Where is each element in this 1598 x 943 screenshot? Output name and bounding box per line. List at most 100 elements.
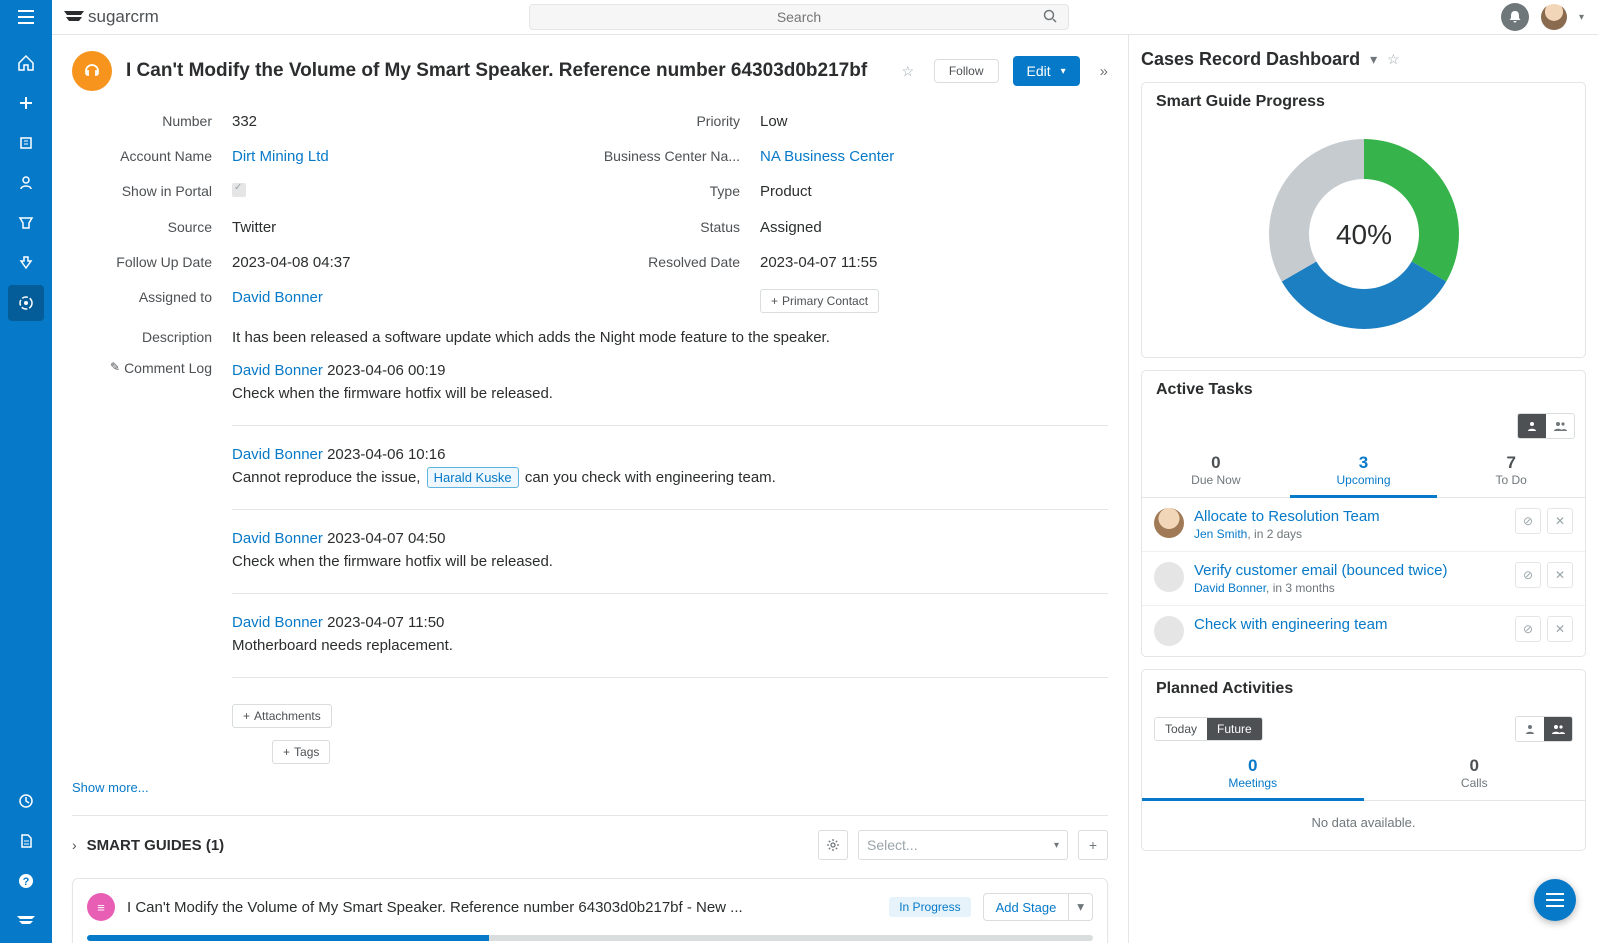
task-unlink-icon[interactable]: ✕ [1547, 508, 1573, 534]
value-description: It has been released a software update w… [232, 329, 1108, 346]
sidebar-opportunities[interactable] [8, 205, 44, 241]
task-assignee-link[interactable]: Jen Smith [1194, 527, 1247, 541]
tab-meetings[interactable]: 0Meetings [1142, 750, 1364, 801]
smart-guides-settings-button[interactable] [818, 830, 848, 860]
sidebar-home[interactable] [8, 45, 44, 81]
task-tabs: 0Due Now 3Upcoming 7To Do [1142, 447, 1585, 498]
user-avatar[interactable] [1541, 4, 1567, 30]
toggle-future[interactable]: Future [1207, 718, 1262, 740]
sidebar-help[interactable]: ? [8, 863, 44, 899]
toggle-today[interactable]: Today [1155, 718, 1207, 740]
tab-calls[interactable]: 0Calls [1364, 750, 1586, 800]
sidebar-docs[interactable] [8, 823, 44, 859]
value-type: Product [760, 183, 1108, 200]
task-row: Verify customer email (bounced twice) Da… [1142, 552, 1585, 606]
edit-button[interactable]: Edit▾ [1013, 56, 1080, 86]
progress-segment [87, 935, 489, 941]
smart-guides-add-button[interactable]: + [1078, 830, 1108, 860]
label-resolved: Resolved Date [600, 254, 740, 270]
global-search-wrap [529, 4, 1069, 30]
value-status: Assigned [760, 219, 1108, 236]
tab-due-now[interactable]: 0Due Now [1142, 447, 1290, 497]
favorite-star-icon[interactable]: ☆ [1387, 51, 1400, 68]
planned-time-toggle: Today Future [1154, 717, 1263, 741]
search-icon[interactable] [1043, 9, 1057, 23]
tab-todo[interactable]: 7To Do [1437, 447, 1585, 497]
comment-entry: David Bonner 2023-04-07 04:50 Check when… [232, 528, 1108, 594]
add-attachments-button[interactable]: +Attachments [232, 704, 332, 728]
comment-timestamp: 2023-04-07 04:50 [327, 530, 445, 547]
comment-timestamp: 2023-04-06 10:16 [327, 446, 445, 463]
task-filter-toggle [1517, 413, 1575, 439]
favorite-star-icon[interactable]: ☆ [896, 59, 920, 83]
collapse-panel-icon[interactable]: » [1100, 63, 1108, 80]
comment-author[interactable]: David Bonner [232, 530, 323, 547]
chevron-down-icon[interactable]: ▾ [1370, 51, 1377, 68]
label-source: Source [72, 219, 212, 235]
primary-contact-label: Primary Contact [782, 294, 868, 308]
notifications-button[interactable] [1501, 3, 1529, 31]
dashlet-active-tasks: Active Tasks 0Due Now 3Upcoming 7To Do A… [1141, 370, 1586, 657]
filter-mine-button[interactable] [1516, 717, 1544, 741]
comment-author[interactable]: David Bonner [232, 446, 323, 463]
global-search-input[interactable] [529, 4, 1069, 30]
tab-upcoming[interactable]: 3Upcoming [1290, 447, 1438, 498]
label-description: Description [72, 329, 212, 346]
task-title-link[interactable]: Verify customer email (bounced twice) [1194, 562, 1505, 579]
status-badge: In Progress [889, 897, 970, 917]
smart-guide-card-title[interactable]: I Can't Modify the Volume of My Smart Sp… [127, 899, 877, 916]
add-primary-contact-button[interactable]: +Primary Contact [760, 289, 879, 313]
follow-button[interactable]: Follow [934, 59, 999, 83]
checkbox-show-in-portal[interactable] [232, 183, 246, 197]
label-type: Type [600, 183, 740, 199]
sidebar-leads[interactable] [8, 245, 44, 281]
sidebar-recent[interactable] [8, 783, 44, 819]
task-title-link[interactable]: Check with engineering team [1194, 616, 1505, 633]
smart-guides-select[interactable]: Select...▾ [858, 830, 1068, 860]
task-title-link[interactable]: Allocate to Resolution Team [1194, 508, 1505, 525]
user-menu-chevron-icon[interactable]: ▾ [1579, 12, 1584, 23]
filter-team-button[interactable] [1544, 717, 1572, 741]
task-cancel-icon[interactable]: ⊘ [1515, 508, 1541, 534]
comment-author[interactable]: David Bonner [232, 362, 323, 379]
task-unlink-icon[interactable]: ✕ [1547, 616, 1573, 642]
pencil-icon[interactable]: ✎ [110, 360, 120, 374]
task-avatar [1154, 616, 1184, 646]
show-more-link[interactable]: Show more... [72, 780, 1108, 795]
add-stage-button[interactable]: Add Stage [983, 893, 1070, 921]
add-tags-button[interactable]: +Tags [272, 740, 330, 764]
fab-menu-button[interactable] [1534, 879, 1576, 921]
link-business-center[interactable]: NA Business Center [760, 148, 894, 165]
filter-team-button[interactable] [1546, 414, 1574, 438]
comment-entry: David Bonner 2023-04-06 00:19 Check when… [232, 360, 1108, 426]
comment-timestamp: 2023-04-07 11:50 [327, 614, 444, 631]
comment-author[interactable]: David Bonner [232, 614, 323, 631]
smart-guides-title: SMART GUIDES (1) [87, 837, 808, 854]
filter-mine-button[interactable] [1518, 414, 1546, 438]
brand-logo[interactable]: sugarcrm [64, 7, 159, 27]
sidebar-cases[interactable] [8, 285, 44, 321]
task-unlink-icon[interactable]: ✕ [1547, 562, 1573, 588]
dashboard-header: Cases Record Dashboard ▾ ☆ [1141, 49, 1586, 70]
task-cancel-icon[interactable]: ⊘ [1515, 562, 1541, 588]
link-account-name[interactable]: Dirt Mining Ltd [232, 148, 329, 165]
hamburger-menu[interactable] [0, 0, 52, 35]
sidebar-create[interactable] [8, 85, 44, 121]
task-assignee-link[interactable]: David Bonner [1194, 581, 1266, 595]
smart-guides-toggle-icon[interactable]: › [72, 837, 77, 853]
add-stage-dropdown[interactable]: ▾ [1069, 893, 1093, 921]
task-cancel-icon[interactable]: ⊘ [1515, 616, 1541, 642]
module-badge-icon [72, 51, 112, 91]
sidebar-accounts[interactable] [8, 125, 44, 161]
smart-guides-header: › SMART GUIDES (1) Select...▾ + [72, 815, 1108, 860]
mention-pill[interactable]: Harald Kuske [427, 467, 519, 489]
sidebar-modules[interactable] [8, 903, 44, 939]
sidebar-contacts[interactable] [8, 165, 44, 201]
label-comment-log: ✎Comment Log [72, 360, 212, 696]
link-assigned-to[interactable]: David Bonner [232, 289, 323, 306]
record-header: I Can't Modify the Volume of My Smart Sp… [72, 45, 1108, 101]
donut-center-label: 40% [1335, 219, 1391, 250]
label-priority: Priority [600, 113, 740, 129]
progress-segment [489, 935, 1093, 941]
label-followup: Follow Up Date [72, 254, 212, 270]
